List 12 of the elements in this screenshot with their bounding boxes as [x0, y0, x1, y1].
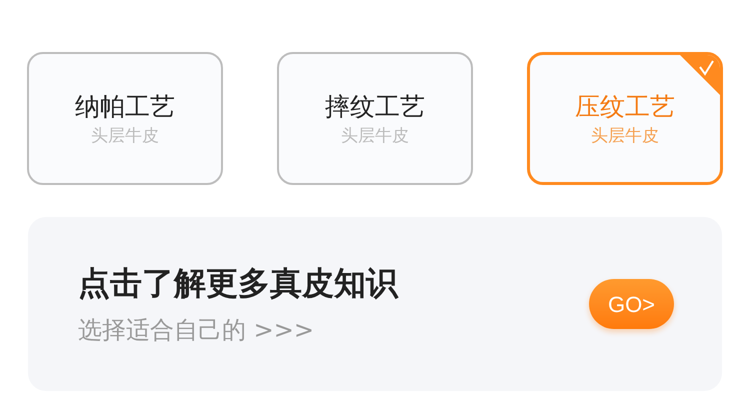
option-title: 压纹工艺 [575, 90, 675, 122]
option-card[interactable]: 摔纹工艺 头层牛皮 [277, 52, 473, 185]
option-title: 摔纹工艺 [325, 90, 425, 122]
check-corner-icon [680, 55, 720, 95]
option-subtitle: 头层牛皮 [91, 124, 159, 148]
option-title: 纳帕工艺 [75, 90, 175, 122]
option-subtitle: 头层牛皮 [591, 124, 659, 148]
option-subtitle: 头层牛皮 [341, 124, 409, 148]
banner-subtitle: 选择适合自己的 >>> [78, 315, 315, 346]
banner-card[interactable]: 点击了解更多真皮知识 选择适合自己的 >>> GO> [28, 217, 722, 391]
banner-title: 点击了解更多真皮知识 [78, 263, 398, 304]
option-card[interactable]: 纳帕工艺 头层牛皮 [27, 52, 223, 185]
